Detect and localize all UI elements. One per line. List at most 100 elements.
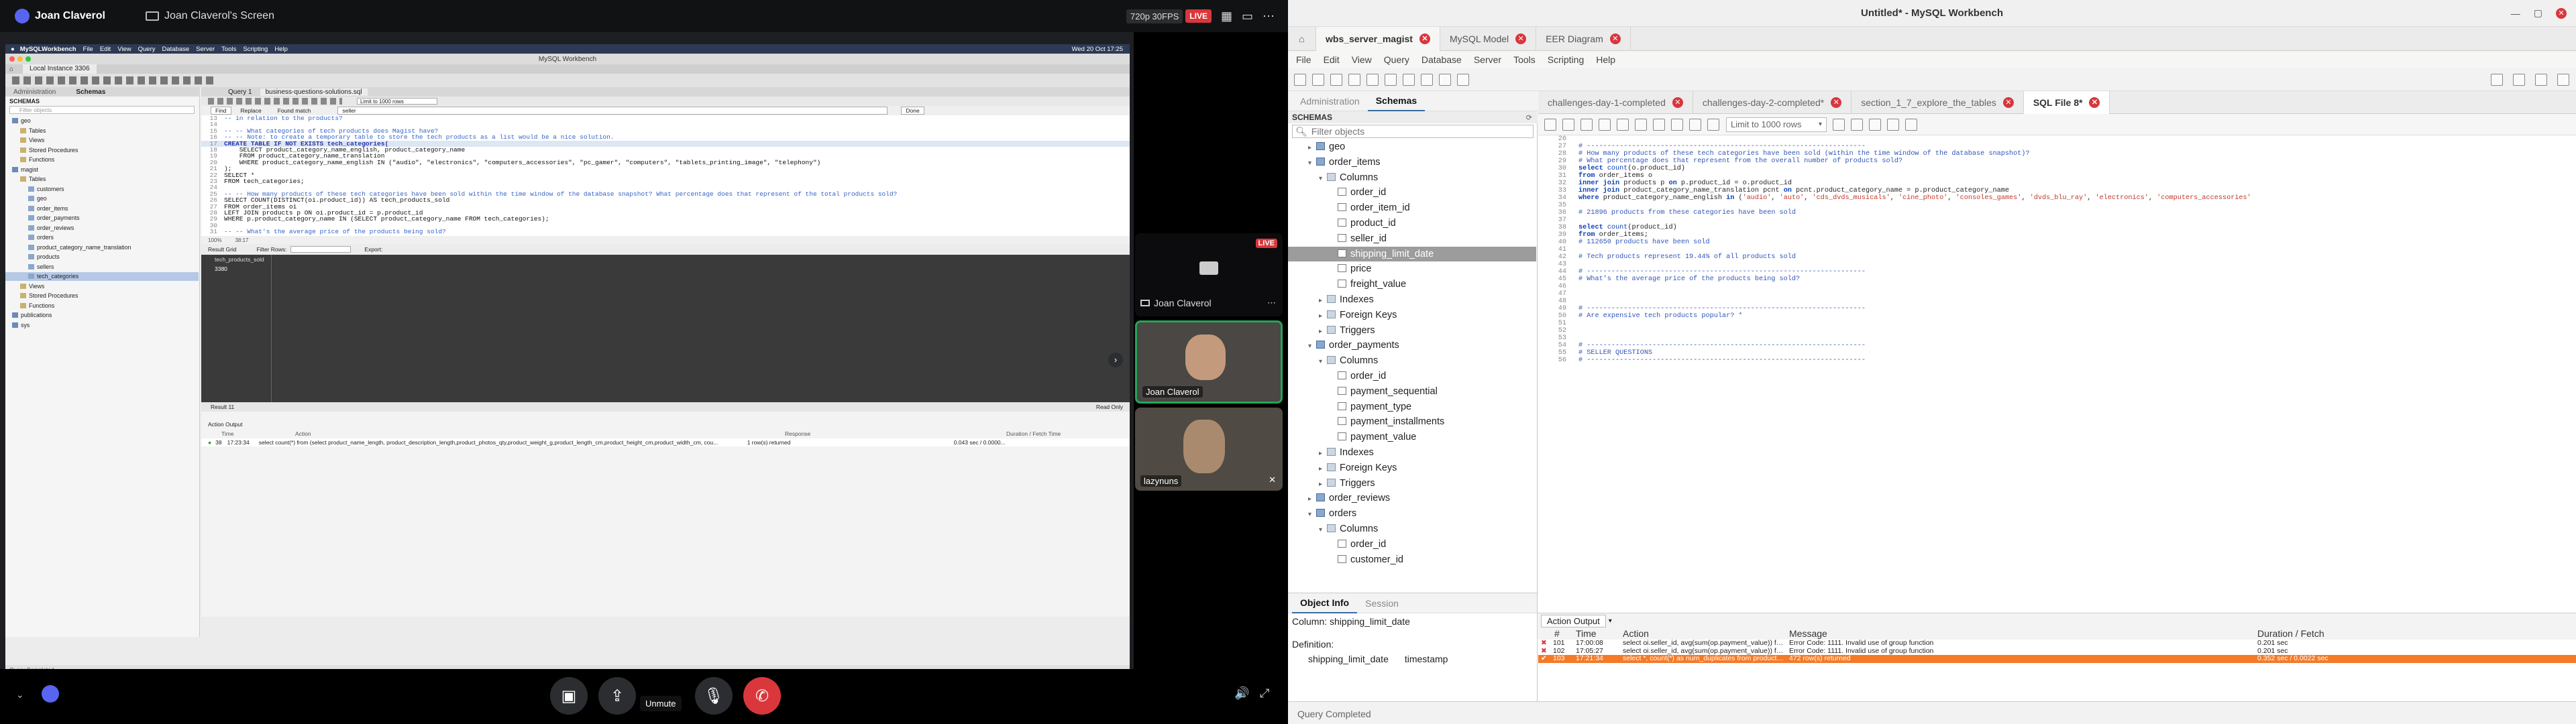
home-tab[interactable]: ⌂ xyxy=(1288,26,1316,51)
mac-tree-item[interactable]: order_payments xyxy=(5,214,199,223)
tab-eer-diagram[interactable]: EER Diagram ✕ xyxy=(1536,26,1631,51)
mac-app-name[interactable]: MySQLWorkbench xyxy=(20,46,76,53)
create-procedure-icon[interactable] xyxy=(1403,73,1415,86)
menu-server[interactable]: Server xyxy=(1474,54,1501,65)
menu-view[interactable]: View xyxy=(1352,54,1372,65)
close-tab-icon[interactable]: ✕ xyxy=(2089,97,2100,108)
tree-item[interactable]: ▸ Foreign Keys xyxy=(1288,461,1536,476)
mac-menu-query[interactable]: Query xyxy=(138,46,156,53)
chat-icon[interactable]: ▭ xyxy=(1242,9,1253,23)
more-options-icon[interactable]: ⋯ xyxy=(1263,9,1275,23)
expanded-arrow-icon[interactable]: ▾ xyxy=(1308,507,1316,523)
stop-icon[interactable] xyxy=(1635,118,1647,131)
tab-session[interactable]: Session xyxy=(1357,594,1407,613)
action-output-row[interactable]: ✖ 102 17:05:27 select oi.seller_id, avg(sum… xyxy=(1538,647,2576,655)
save-icon[interactable] xyxy=(1562,118,1574,131)
tree-item[interactable]: payment_value xyxy=(1288,430,1536,445)
tree-item[interactable]: ▾ Columns xyxy=(1288,353,1536,369)
expanded-arrow-icon[interactable]: ▾ xyxy=(1319,355,1327,370)
mac-tree-item[interactable]: magist xyxy=(5,166,199,174)
mac-replace-button[interactable]: Replace xyxy=(237,107,266,114)
chevron-down-icon[interactable]: ▾ xyxy=(1609,617,1612,625)
rollback-icon[interactable] xyxy=(1689,118,1701,131)
mac-tree-item[interactable]: orders xyxy=(5,233,199,242)
tree-item[interactable]: order_item_id xyxy=(1288,200,1536,216)
tree-item[interactable]: payment_type xyxy=(1288,400,1536,415)
tree-item[interactable]: payment_sequential xyxy=(1288,384,1536,400)
mac-result-column-header[interactable]: tech_products_sold xyxy=(215,256,264,263)
execute-current-icon[interactable] xyxy=(1599,118,1611,131)
tree-item[interactable]: ▸ geo xyxy=(1288,139,1536,155)
menu-file[interactable]: File xyxy=(1296,54,1311,65)
action-output-row[interactable]: ✖ 101 17:00:08 select oi.seller_id, avg(sum… xyxy=(1538,640,2576,648)
tree-item[interactable]: payment_installments xyxy=(1288,414,1536,430)
restore-icon[interactable]: ▢ xyxy=(2534,7,2542,19)
participant-card-stream[interactable]: LIVE Joan Claverol ⋯ xyxy=(1135,233,1283,316)
open-sql-icon[interactable] xyxy=(1312,73,1324,86)
autocommit-icon[interactable] xyxy=(1707,118,1719,131)
mac-result-grid-label[interactable]: Result Grid xyxy=(208,246,237,253)
participant-more-icon[interactable]: ⋯ xyxy=(1267,298,1276,308)
mac-filter-input[interactable]: Filter objects xyxy=(9,106,195,114)
close-tab-icon[interactable]: ✕ xyxy=(1609,33,1621,44)
mac-tree-item[interactable]: Tables xyxy=(5,175,199,184)
toggle-output-icon[interactable] xyxy=(2535,73,2547,86)
tab-section-1-7[interactable]: section_1_7_explore_the_tables ✕ xyxy=(1851,90,2024,114)
participant-card-camera[interactable]: Joan Claverol xyxy=(1135,320,1283,404)
snippets-icon[interactable] xyxy=(1905,118,1917,131)
close-tab-icon[interactable]: ✕ xyxy=(1672,97,1683,108)
tree-item[interactable]: ▾ Columns xyxy=(1288,170,1536,186)
mac-tree-item[interactable]: Stored Procedures xyxy=(5,292,199,300)
home-icon[interactable]: ⌂ xyxy=(9,66,13,73)
expanded-arrow-icon[interactable]: ▾ xyxy=(1319,523,1327,538)
mac-find-button[interactable]: Find xyxy=(211,107,231,115)
tree-item[interactable]: ▸ order_reviews xyxy=(1288,491,1536,506)
mac-filter-rows-input[interactable] xyxy=(290,246,352,253)
screen-share-button[interactable]: ⇪ xyxy=(598,677,636,715)
mac-tree-item[interactable]: sellers xyxy=(5,263,199,272)
toggle-secondary-sidebar-icon[interactable] xyxy=(2557,73,2569,86)
collapsed-arrow-icon[interactable]: ▸ xyxy=(1319,462,1327,477)
collapsed-arrow-icon[interactable]: ▸ xyxy=(1319,477,1327,493)
action-output-select[interactable]: Action Output xyxy=(1541,614,1606,627)
mac-tab-business-questions[interactable]: business-questions-solutions.sql xyxy=(260,88,368,96)
mac-tree-item[interactable]: Functions xyxy=(5,156,199,164)
mac-tab-schemas[interactable]: Schemas xyxy=(76,88,105,96)
mac-tree-item[interactable]: publications xyxy=(5,311,199,320)
commit-icon[interactable] xyxy=(1671,118,1683,131)
tab-object-info[interactable]: Object Info xyxy=(1292,593,1358,613)
collapse-icon[interactable]: ⌄ xyxy=(16,689,24,701)
toggle-error-icon[interactable] xyxy=(1653,118,1665,131)
close-window-icon[interactable] xyxy=(9,56,15,62)
mac-result-cell[interactable]: 3380 xyxy=(215,265,227,272)
tab-administration[interactable]: Administration xyxy=(1292,92,1368,111)
mac-tab-query1[interactable]: Query 1 xyxy=(223,88,258,96)
tree-item[interactable]: ▸ Foreign Keys xyxy=(1288,308,1536,323)
expanded-arrow-icon[interactable]: ▾ xyxy=(1308,339,1316,355)
mac-code-editor[interactable]: 13 -- in relation to the products? 14 15 -- … xyxy=(201,115,1130,236)
mac-search-input[interactable]: seller xyxy=(337,107,888,115)
mac-tree-item[interactable]: Functions xyxy=(5,302,199,310)
tree-item[interactable]: ▾ Columns xyxy=(1288,522,1536,537)
close-tab-icon[interactable]: ✕ xyxy=(1419,33,1430,44)
open-inspector-icon[interactable] xyxy=(1330,73,1342,86)
explain-icon[interactable] xyxy=(1617,118,1629,131)
open-file-icon[interactable] xyxy=(1544,118,1556,131)
mac-action-output-label[interactable]: Action Output xyxy=(208,421,243,428)
tree-item[interactable]: order_id xyxy=(1288,537,1536,552)
create-function-icon[interactable] xyxy=(1421,73,1433,86)
mac-action-row[interactable]: ● 38 17:23:34 select count(*) from (sele… xyxy=(201,438,1130,446)
collapse-participants-icon[interactable]: › xyxy=(1108,353,1123,367)
create-view-icon[interactable] xyxy=(1385,73,1397,86)
tree-item[interactable]: ▾ order_items xyxy=(1288,155,1536,170)
tab-wbs-server-magist[interactable]: wbs_server_magist ✕ xyxy=(1316,26,1440,51)
close-icon[interactable]: ✕ xyxy=(2556,7,2567,19)
expanded-arrow-icon[interactable]: ▾ xyxy=(1308,156,1316,172)
menu-scripting[interactable]: Scripting xyxy=(1548,54,1584,65)
tree-item[interactable]: ▸ Indexes xyxy=(1288,292,1536,308)
create-table-icon[interactable] xyxy=(1366,73,1379,86)
tree-item[interactable]: ▸ Indexes xyxy=(1288,445,1536,461)
invisible-chars-icon[interactable] xyxy=(1869,118,1881,131)
mac-tree-item[interactable]: products xyxy=(5,253,199,261)
collapsed-arrow-icon[interactable]: ▸ xyxy=(1319,446,1327,462)
